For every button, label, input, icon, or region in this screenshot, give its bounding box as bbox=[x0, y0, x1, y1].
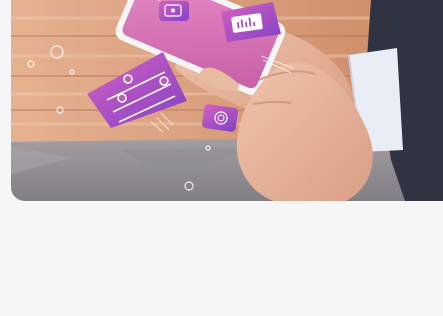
page bbox=[0, 0, 443, 316]
hero-illustration bbox=[11, 0, 443, 201]
hero-image bbox=[11, 0, 443, 201]
